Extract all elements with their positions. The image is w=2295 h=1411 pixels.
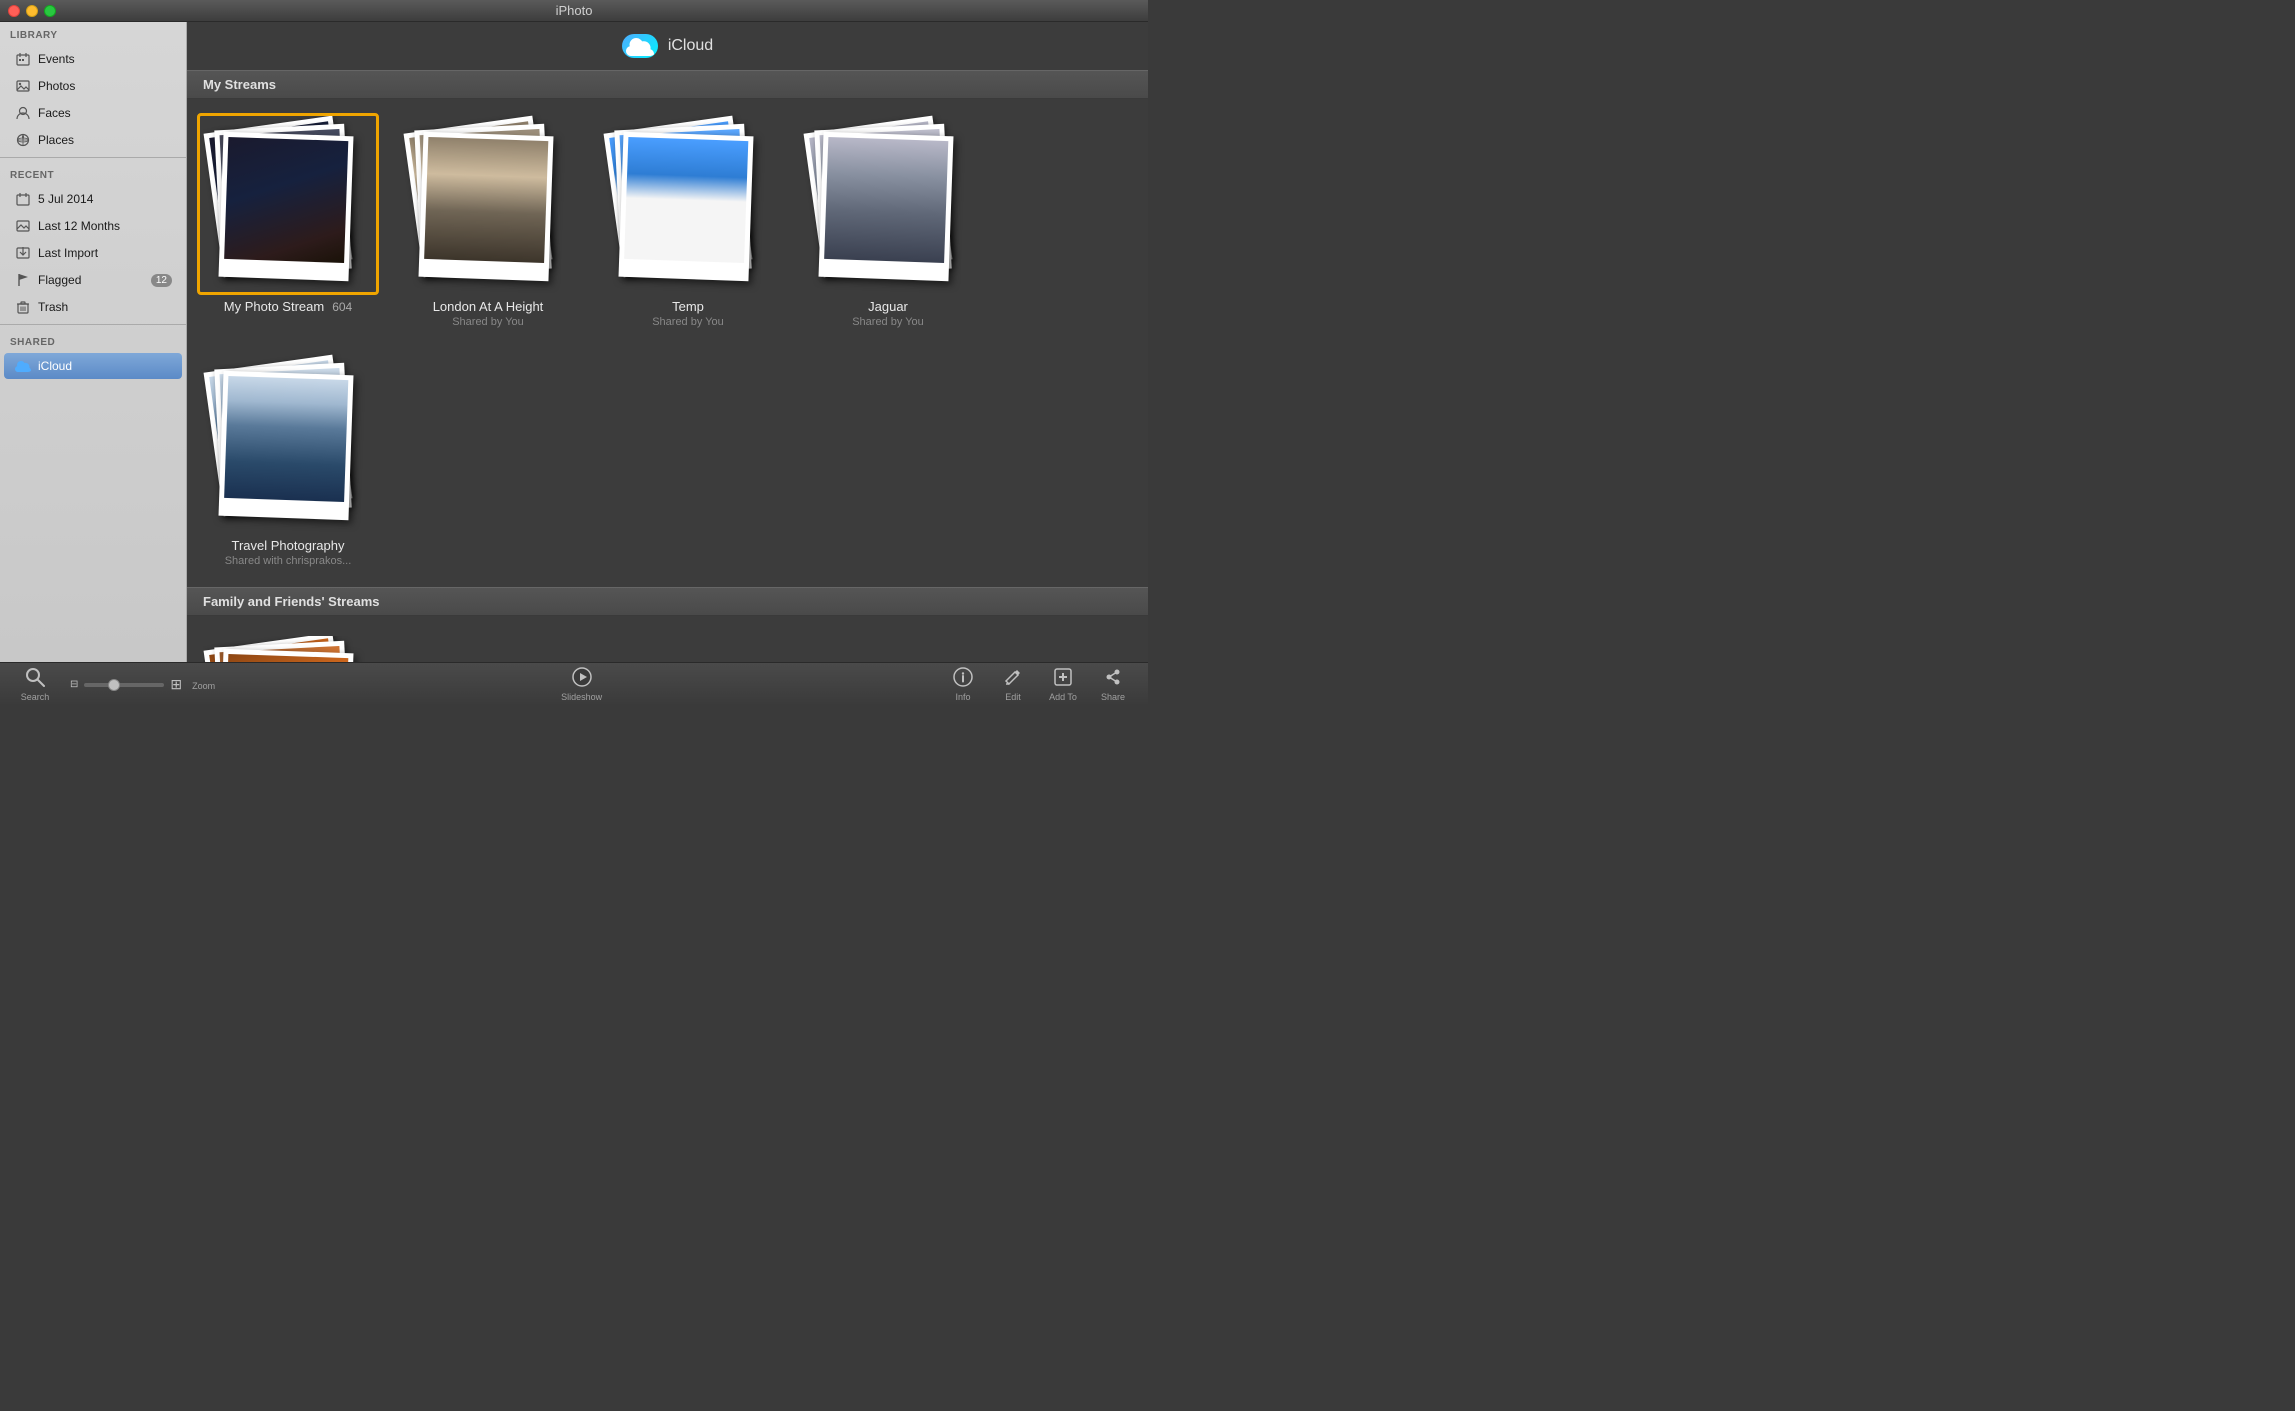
slideshow-toolbar-item[interactable]: Slideshow — [551, 665, 612, 704]
sidebar-item-faces[interactable]: Faces — [4, 100, 182, 126]
edit-toolbar-item[interactable]: Edit — [988, 665, 1038, 704]
stream-item-temp[interactable]: Temp Shared by You — [603, 119, 773, 328]
divider-2 — [0, 324, 186, 325]
events-icon — [14, 50, 32, 68]
stream-item-my-photo-stream[interactable]: My Photo Stream 604 — [203, 119, 373, 328]
zoom-slider-thumb[interactable] — [108, 679, 120, 691]
stream-count-my-photo-stream: 604 — [332, 300, 352, 314]
places-icon — [14, 131, 32, 149]
events-label: Events — [38, 52, 75, 66]
sidebar-item-lastimport[interactable]: Last Import — [4, 240, 182, 266]
search-icon — [25, 667, 45, 690]
slideshow-label: Slideshow — [561, 692, 602, 702]
stream-subtitle-travel: Shared with chrisprakos... — [225, 555, 352, 567]
trash-icon — [14, 298, 32, 316]
family-friends-grid — [187, 616, 1148, 662]
close-button[interactable] — [8, 5, 20, 17]
sidebar-item-places[interactable]: Places — [4, 127, 182, 153]
stream-item-london[interactable]: London At A Height Shared by You — [403, 119, 573, 328]
zoom-toolbar-item: ⊟ ⊞ Zoom — [60, 676, 225, 693]
sidebar: LIBRARY Events Photos Faces Places — [0, 22, 187, 662]
zoom-small-icon: ⊟ — [70, 679, 78, 690]
toolbar: Search ⊟ ⊞ Zoom Slideshow Info Edit — [0, 662, 1148, 706]
faces-icon — [14, 104, 32, 122]
stream-name-london: London At A Height — [433, 299, 544, 314]
shared-section-header: SHARED — [0, 329, 186, 352]
library-section-header: LIBRARY — [0, 22, 186, 45]
last12months-label: Last 12 Months — [38, 219, 120, 233]
icloud-header-title: iCloud — [668, 37, 713, 55]
last12months-icon — [14, 217, 32, 235]
flagged-label: Flagged — [38, 273, 81, 287]
titlebar: iPhoto — [0, 0, 1148, 22]
stream-name-temp: Temp — [672, 299, 704, 314]
stream-item-food[interactable] — [203, 636, 373, 662]
info-label: Info — [956, 692, 971, 702]
photos-label: Photos — [38, 79, 75, 93]
add-to-icon — [1053, 667, 1073, 690]
recent-section-header: RECENT — [0, 162, 186, 185]
stream-subtitle-london: Shared by You — [452, 316, 524, 328]
faces-label: Faces — [38, 106, 71, 120]
flagged-icon — [14, 271, 32, 289]
divider-1 — [0, 157, 186, 158]
icloud-sidebar-icon — [14, 357, 32, 375]
stream-subtitle-temp: Shared by You — [652, 316, 724, 328]
sidebar-item-icloud[interactable]: iCloud — [4, 353, 182, 379]
my-streams-section-header: My Streams — [187, 70, 1148, 99]
stream-item-travel[interactable]: Travel Photography Shared with chrisprak… — [203, 358, 373, 567]
lastimport-label: Last Import — [38, 246, 98, 260]
add-to-label: Add To — [1049, 692, 1077, 702]
traffic-lights — [8, 5, 56, 17]
search-label: Search — [21, 692, 50, 702]
content-area: iCloud My Streams — [187, 22, 1148, 662]
5jul2014-label: 5 Jul 2014 — [38, 192, 93, 206]
zoom-large-icon: ⊞ — [170, 676, 182, 693]
selected-border — [197, 113, 379, 295]
info-toolbar-item[interactable]: Info — [938, 665, 988, 704]
my-streams-grid: My Photo Stream 604 London A — [187, 99, 1148, 587]
search-toolbar-item[interactable]: Search — [10, 665, 60, 704]
flagged-badge: 12 — [151, 274, 172, 287]
icloud-header-icon — [622, 34, 658, 58]
family-friends-section-header: Family and Friends' Streams — [187, 587, 1148, 616]
stream-item-jaguar[interactable]: Jaguar Shared by You — [803, 119, 973, 328]
add-to-toolbar-item[interactable]: Add To — [1038, 665, 1088, 704]
zoom-label: Zoom — [192, 681, 215, 691]
stream-name-travel: Travel Photography — [232, 538, 345, 553]
zoom-slider[interactable] — [84, 683, 164, 687]
places-label: Places — [38, 133, 74, 147]
icloud-sidebar-label: iCloud — [38, 359, 72, 373]
edit-icon — [1003, 667, 1023, 690]
stream-name-my-photo-stream: My Photo Stream — [224, 299, 324, 314]
photos-icon — [14, 77, 32, 95]
lastimport-icon — [14, 244, 32, 262]
icloud-header: iCloud — [187, 22, 1148, 70]
info-icon — [953, 667, 973, 690]
maximize-button[interactable] — [44, 5, 56, 17]
share-label: Share — [1101, 692, 1125, 702]
window-title: iPhoto — [556, 3, 593, 18]
sidebar-item-5jul2014[interactable]: 5 Jul 2014 — [4, 186, 182, 212]
sidebar-item-flagged[interactable]: Flagged 12 — [4, 267, 182, 293]
minimize-button[interactable] — [26, 5, 38, 17]
share-toolbar-item[interactable]: Share — [1088, 665, 1138, 704]
slideshow-icon — [572, 667, 592, 690]
sidebar-item-trash[interactable]: Trash — [4, 294, 182, 320]
share-icon — [1103, 667, 1123, 690]
sidebar-item-last12months[interactable]: Last 12 Months — [4, 213, 182, 239]
stream-name-jaguar: Jaguar — [868, 299, 908, 314]
sidebar-item-photos[interactable]: Photos — [4, 73, 182, 99]
sidebar-item-events[interactable]: Events — [4, 46, 182, 72]
event-5jul-icon — [14, 190, 32, 208]
edit-label: Edit — [1005, 692, 1021, 702]
trash-label: Trash — [38, 300, 68, 314]
stream-subtitle-jaguar: Shared by You — [852, 316, 924, 328]
app-body: LIBRARY Events Photos Faces Places — [0, 22, 1148, 662]
